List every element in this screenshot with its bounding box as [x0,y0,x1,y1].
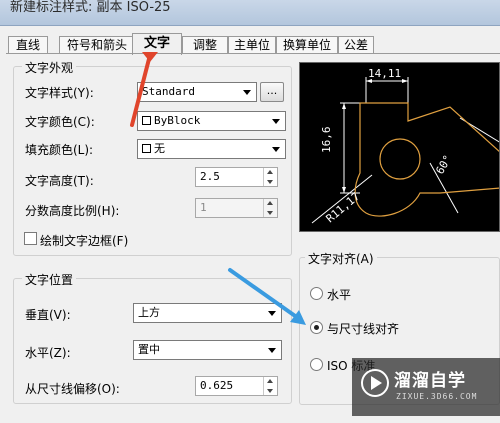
watermark: 溜溜自学 ZIXUE.3D66.COM [352,358,500,416]
play-logo-icon [361,369,389,397]
blue-arrow-shaft [228,268,300,320]
watermark-text: 溜溜自学 [394,371,466,391]
red-arrow-shaft [130,53,152,127]
watermark-subtext: ZIXUE.3D66.COM [396,392,478,401]
